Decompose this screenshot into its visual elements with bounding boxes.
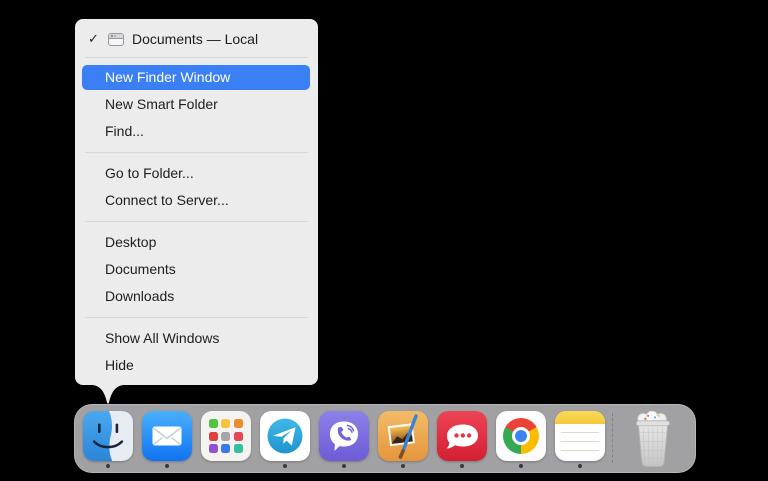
menu-item-hide[interactable]: Hide xyxy=(75,352,318,379)
chrome-logo xyxy=(502,418,539,454)
finder-dock-menu: ✓ Documents — Local New Finder Window Ne… xyxy=(75,19,318,385)
menu-item-documents[interactable]: Documents xyxy=(75,256,318,283)
dock-separator xyxy=(612,413,613,463)
menu-item-label: Documents — Local xyxy=(132,31,259,47)
running-indicator xyxy=(577,464,582,468)
launchpad-grid xyxy=(201,411,251,461)
dock-item-telegram xyxy=(255,411,314,468)
dock-item-mail xyxy=(137,411,196,468)
menu-item-new-smart-folder[interactable]: New Smart Folder xyxy=(75,91,318,118)
dock-item-chrome xyxy=(491,411,550,468)
dock-item-viber xyxy=(314,411,373,468)
menu-item-downloads[interactable]: Downloads xyxy=(75,283,318,310)
menu-separator xyxy=(85,152,308,153)
menu-item-connect-to-server[interactable]: Connect to Server... xyxy=(75,187,318,214)
menu-pointer-tail xyxy=(93,385,123,404)
dock-item-notes xyxy=(550,411,609,468)
running-indicator xyxy=(282,464,287,468)
dock-item-rocketchat xyxy=(432,411,491,468)
dock xyxy=(74,404,696,473)
dock-item-finder xyxy=(78,411,137,468)
running-indicator xyxy=(400,464,405,468)
menu-separator xyxy=(85,221,308,222)
menu-separator xyxy=(85,57,308,58)
notes-icon[interactable] xyxy=(554,411,605,461)
running-indicator xyxy=(341,464,346,468)
dock-item-launchpad xyxy=(196,411,255,468)
running-indicator xyxy=(518,464,523,468)
telegram-icon[interactable] xyxy=(259,411,310,461)
menu-item-show-all-windows[interactable]: Show All Windows xyxy=(75,325,318,352)
dock-item-trash xyxy=(625,410,681,473)
dock-item-pixelmator xyxy=(373,411,432,468)
running-indicator xyxy=(105,464,110,468)
menu-item-desktop[interactable]: Desktop xyxy=(75,229,318,256)
trash-icon[interactable] xyxy=(631,410,675,473)
viber-icon[interactable] xyxy=(318,411,369,461)
launchpad-icon[interactable] xyxy=(200,411,251,461)
menu-item-go-to-folder[interactable]: Go to Folder... xyxy=(75,160,318,187)
chrome-icon[interactable] xyxy=(495,411,546,461)
finder-icon[interactable] xyxy=(82,411,133,461)
menu-separator xyxy=(85,317,308,318)
finder-window-icon xyxy=(108,32,124,46)
rocketchat-icon[interactable] xyxy=(436,411,487,461)
running-indicator xyxy=(164,464,169,468)
mail-icon[interactable] xyxy=(141,411,192,461)
checkmark-icon: ✓ xyxy=(88,31,99,46)
notes-yellow-band xyxy=(554,411,605,424)
menu-item-new-finder-window[interactable]: New Finder Window xyxy=(82,65,310,90)
pixelmator-icon[interactable] xyxy=(377,411,428,461)
running-indicator xyxy=(459,464,464,468)
menu-item-find[interactable]: Find... xyxy=(75,118,318,145)
menu-item-documents-local[interactable]: ✓ Documents — Local xyxy=(75,27,318,51)
desktop: ✓ Documents — Local New Finder Window Ne… xyxy=(0,0,768,481)
